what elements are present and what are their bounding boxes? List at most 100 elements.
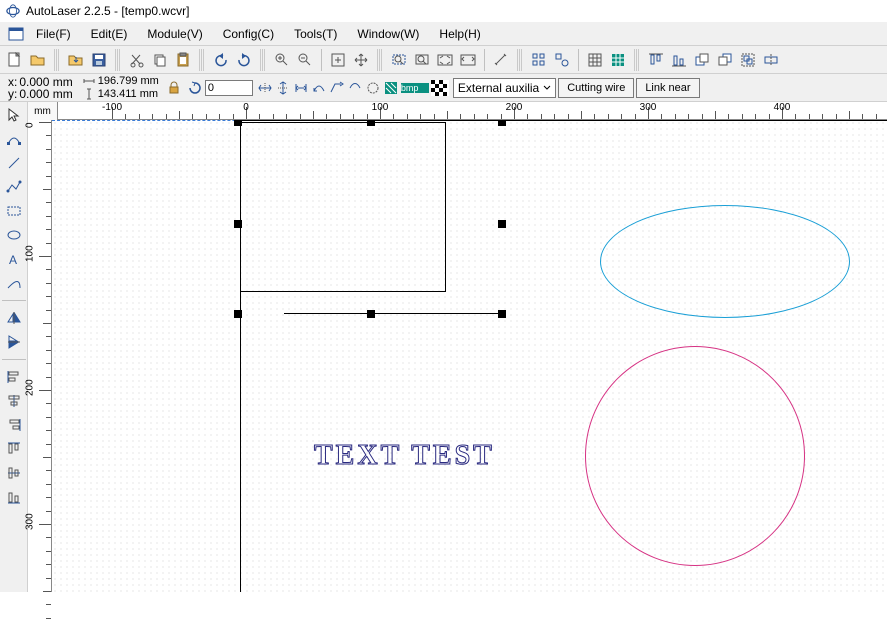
separator: [484, 49, 485, 71]
rotate-input[interactable]: [205, 80, 253, 96]
selection-handle[interactable]: [367, 310, 375, 318]
ruler-tick-label: 300: [25, 513, 36, 530]
zoom-in-button[interactable]: [271, 49, 293, 71]
separator: [2, 300, 26, 301]
ruler-vertical: 0100200300: [28, 120, 52, 592]
separator: [634, 49, 640, 71]
menu-tools[interactable]: Tools(T): [284, 24, 347, 44]
link-near-button[interactable]: Link near: [636, 78, 699, 98]
pan-button[interactable]: [350, 49, 372, 71]
align-center-h-tool[interactable]: [3, 390, 25, 412]
separator: [321, 49, 322, 71]
offset-button[interactable]: [347, 80, 363, 96]
menu-file[interactable]: File(F): [26, 24, 81, 44]
zoom-page-button[interactable]: [457, 49, 479, 71]
line-tool[interactable]: [3, 152, 25, 174]
selection-handle[interactable]: [234, 220, 242, 228]
shape-line[interactable]: [284, 313, 500, 314]
grid-fill-button[interactable]: [607, 49, 629, 71]
svg-text:A: A: [9, 253, 17, 267]
menu-window[interactable]: Window(W): [347, 24, 429, 44]
zoom-all-button[interactable]: [411, 49, 433, 71]
align-bottom-button[interactable]: [668, 49, 690, 71]
selection-handle[interactable]: [234, 310, 242, 318]
canvas[interactable]: TEXT TEST: [52, 120, 887, 592]
align-right-tool[interactable]: [3, 414, 25, 436]
grid-3x3-button[interactable]: [584, 49, 606, 71]
separator: [199, 49, 205, 71]
shape-ellipse-pink[interactable]: [585, 346, 805, 566]
redo-button[interactable]: [233, 49, 255, 71]
selection-handle[interactable]: [498, 220, 506, 228]
undo-button[interactable]: [210, 49, 232, 71]
mirror-v-tool[interactable]: [3, 331, 25, 353]
menu-edit[interactable]: Edit(E): [81, 24, 138, 44]
ruler-tick-label: 100: [372, 102, 389, 113]
align-top-button[interactable]: [645, 49, 667, 71]
polyline-tool[interactable]: [3, 176, 25, 198]
to-front-button[interactable]: [691, 49, 713, 71]
node-edit-tool[interactable]: [3, 128, 25, 150]
mirror-h-button[interactable]: [257, 80, 273, 96]
menu-config[interactable]: Config(C): [213, 24, 284, 44]
align-left-tool[interactable]: [3, 366, 25, 388]
array-circ-button[interactable]: [551, 49, 573, 71]
leadline-button[interactable]: [329, 80, 345, 96]
new-button[interactable]: [4, 49, 26, 71]
y-label: y:: [8, 88, 17, 100]
zoom-out-button[interactable]: [294, 49, 316, 71]
rectangle-tool[interactable]: [3, 200, 25, 222]
flip-path-button[interactable]: [311, 80, 327, 96]
mirror-v-button[interactable]: [275, 80, 291, 96]
import-button[interactable]: [65, 49, 87, 71]
coord-readout: x:0.000 mm y:0.000 mm: [4, 76, 77, 100]
ellipse-tool[interactable]: [3, 224, 25, 246]
menu-help[interactable]: Help(H): [429, 24, 490, 44]
align-bottom-tool[interactable]: [3, 486, 25, 508]
separator: [54, 49, 60, 71]
mirror-h-tool[interactable]: [3, 307, 25, 329]
optimize-button[interactable]: [365, 80, 381, 96]
zoom-extents-button[interactable]: [434, 49, 456, 71]
shape-ellipse-blue[interactable]: [600, 205, 850, 318]
rotate-button[interactable]: [187, 80, 203, 96]
center-align-button[interactable]: [760, 49, 782, 71]
array-rect-button[interactable]: [528, 49, 550, 71]
separator: [260, 49, 266, 71]
app-menu-icon[interactable]: [8, 26, 24, 42]
cut-button[interactable]: [126, 49, 148, 71]
line-type-dropdown[interactable]: External auxilia: [453, 78, 556, 98]
titlebar: AutoLaser 2.2.5 - [temp0.wcvr]: [0, 0, 887, 22]
window-title: AutoLaser 2.2.5 - [temp0.wcvr]: [26, 4, 189, 18]
toolbar-position: x:0.000 mm y:0.000 mm 196.799 mm 143.411…: [0, 74, 887, 102]
shape-text[interactable]: TEXT TEST: [314, 440, 495, 472]
ruler-unit-label: mm: [28, 102, 58, 120]
select-tool[interactable]: [3, 104, 25, 126]
selection-handle[interactable]: [498, 310, 506, 318]
bezier-tool[interactable]: [3, 272, 25, 294]
save-button[interactable]: [88, 49, 110, 71]
invert-button[interactable]: [383, 80, 399, 96]
open-button[interactable]: [27, 49, 49, 71]
paste-button[interactable]: [172, 49, 194, 71]
distribute-h-button[interactable]: [293, 80, 309, 96]
copy-button[interactable]: [149, 49, 171, 71]
shape-rectangle[interactable]: [240, 122, 446, 292]
measure-button[interactable]: [490, 49, 512, 71]
x-label: x:: [8, 76, 17, 88]
x-value: 0.000 mm: [19, 76, 72, 88]
zoom-sel-button[interactable]: [388, 49, 410, 71]
align-top-tool[interactable]: [3, 438, 25, 460]
cutting-wire-button[interactable]: Cutting wire: [558, 78, 634, 98]
menu-module[interactable]: Module(V): [137, 24, 212, 44]
text-tool[interactable]: A: [3, 248, 25, 270]
workspace: A mm -1000100200300400500 0100200300: [0, 102, 887, 592]
to-back-button[interactable]: [714, 49, 736, 71]
zoom-fit-button[interactable]: [327, 49, 349, 71]
lock-aspect-button[interactable]: [165, 77, 183, 99]
ruler-tick-label: 200: [506, 102, 523, 113]
group-button[interactable]: [737, 49, 759, 71]
align-center-v-tool[interactable]: [3, 462, 25, 484]
dither-button[interactable]: [431, 80, 449, 96]
bmp-button[interactable]: bmp: [401, 83, 429, 93]
